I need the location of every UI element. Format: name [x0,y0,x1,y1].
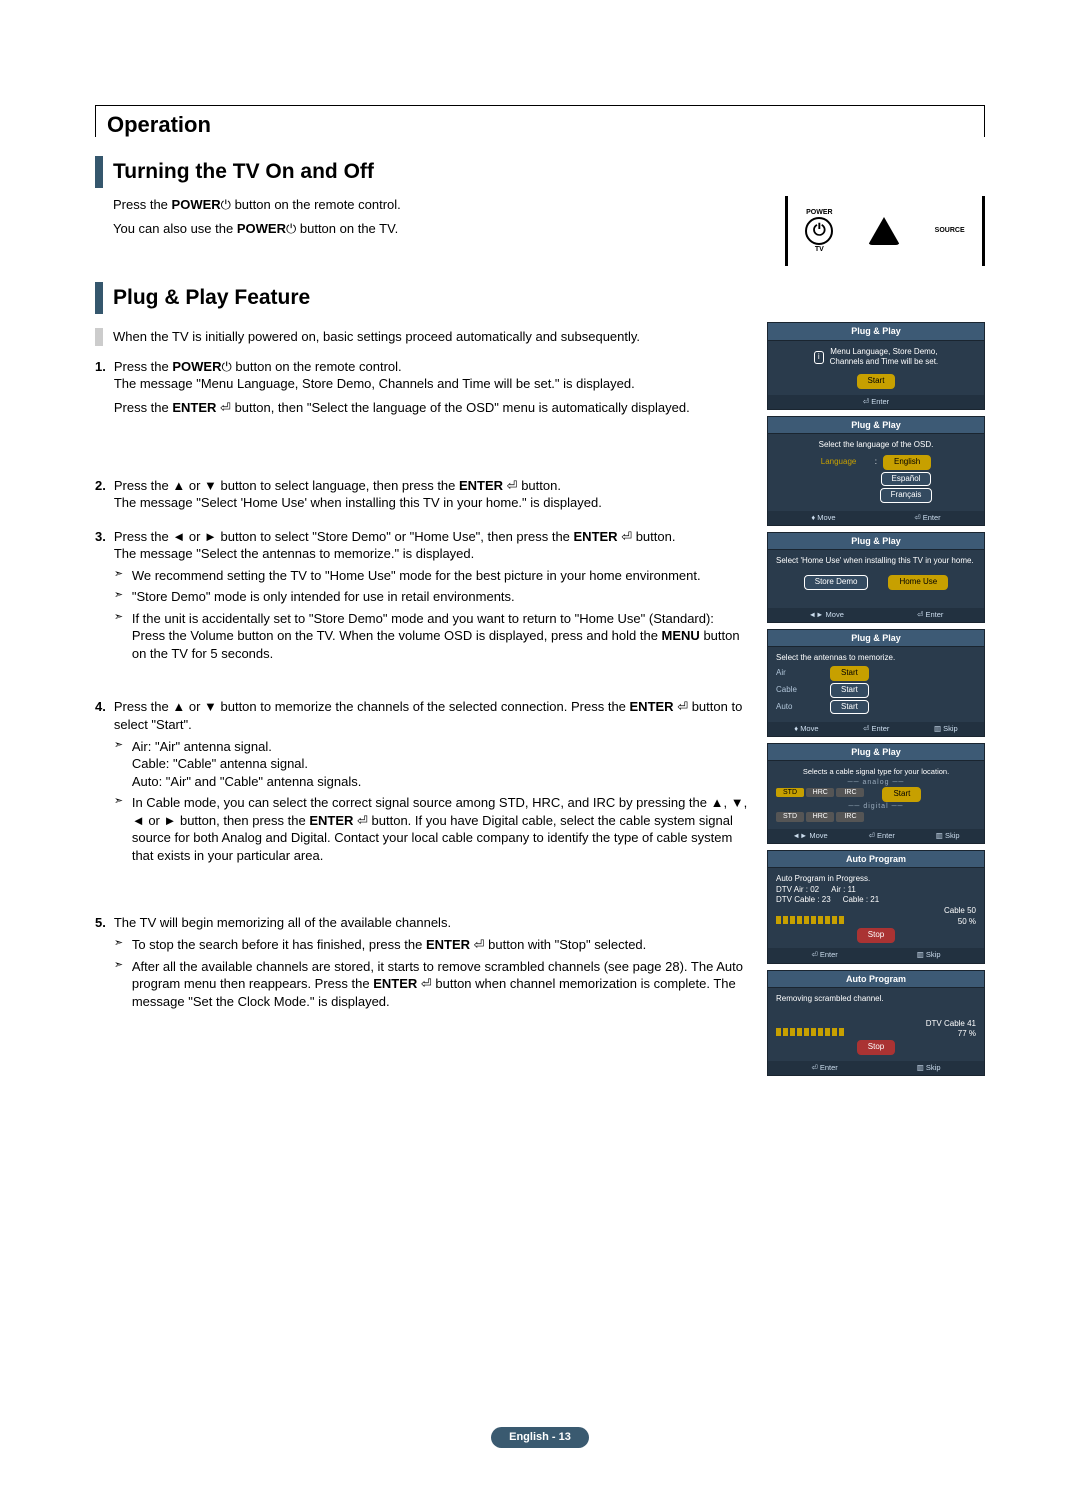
line1: Press the POWER⏻ button on the remote co… [113,196,749,214]
osd-panel-3: Plug & Play Select 'Home Use' when insta… [767,532,985,623]
power-label: POWER [805,208,833,217]
sub-header-turning-on: Turning the TV On and Off [95,156,985,188]
osd-panel-2: Plug & Play Select the language of the O… [767,416,985,526]
stop-button-2: Stop [857,1040,895,1055]
progress-bar-2 [776,1028,846,1036]
intro-box: When the TV is initially powered on, bas… [95,328,749,346]
sub-header-plug-play: Plug & Play Feature [95,282,985,314]
osd-column: Plug & Play i Menu Language, Store Demo,… [767,322,985,1082]
line2: You can also use the POWER⏻ button on th… [113,220,749,238]
home-use-button: Home Use [888,575,948,590]
osd-panel-4: Plug & Play Select the antennas to memor… [767,629,985,737]
start-button: Start [857,374,896,389]
osd-panel-7: Auto Program Removing scrambled channel.… [767,970,985,1076]
progress-bar [776,916,846,924]
page-number: English - 13 [491,1427,589,1448]
section-header: Operation [95,105,985,140]
step-5: 5. The TV will begin memorizing all of t… [95,914,749,1010]
power-icon: ⏻ [805,217,833,245]
osd-panel-6: Auto Program Auto Program in Progress. D… [767,850,985,964]
stop-button: Stop [857,928,895,943]
step-4: 4. Press the ▲ or ▼ button to memorize t… [95,698,749,864]
tv-label: TV [805,245,833,254]
section1-body: Press the POWER⏻ button on the remote co… [95,196,985,266]
osd-panel-5: Plug & Play Selects a cable signal type … [767,743,985,843]
store-demo-button: Store Demo [804,575,869,590]
steps-list: 1. Press the POWER⏻ button on the remote… [95,358,749,1010]
source-label: SOURCE [935,226,965,235]
osd-panel-1: Plug & Play i Menu Language, Store Demo,… [767,322,985,410]
info-icon: i [814,351,824,364]
step-3: 3. Press the ◄ or ► button to select "St… [95,528,749,663]
remote-diagram: POWER ⏻ TV SOURCE [785,196,985,266]
section2-body: When the TV is initially powered on, bas… [95,322,985,1082]
step-2: 2. Press the ▲ or ▼ button to select lan… [95,477,749,512]
tv-shape-icon [868,217,900,245]
step-1: 1. Press the POWER⏻ button on the remote… [95,358,749,417]
page-footer: English - 13 [0,1427,1080,1448]
